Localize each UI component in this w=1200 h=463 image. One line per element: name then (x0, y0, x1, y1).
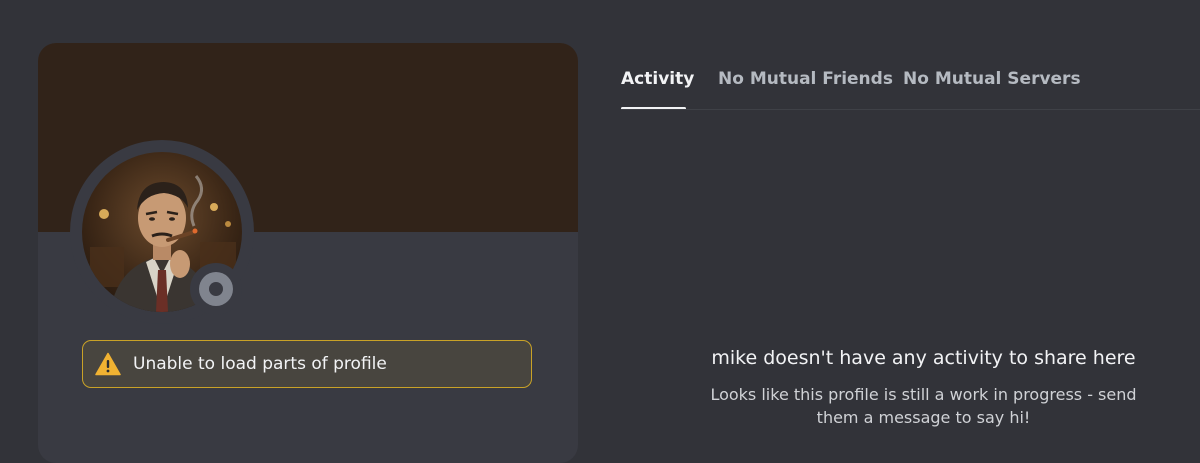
profile-warning-banner: Unable to load parts of profile (82, 340, 532, 388)
activity-empty-state: mike doesn't have any activity to share … (700, 346, 1147, 429)
tabs-divider (621, 109, 1200, 110)
empty-state-subtitle-line-2: them a message to say hi! (816, 408, 1031, 427)
avatar-ring (70, 140, 254, 324)
profile-card: Unable to load parts of profile (38, 43, 578, 463)
warning-text: Unable to load parts of profile (133, 354, 387, 374)
empty-state-subtitle-line-1: Looks like this profile is still a work … (710, 385, 1137, 404)
tab-no-mutual-servers[interactable]: No Mutual Servers (903, 69, 1081, 89)
profile-tabs: Activity No Mutual Friends No Mutual Ser… (621, 62, 1200, 110)
offline-status-icon (199, 272, 233, 306)
tab-activity[interactable]: Activity (621, 69, 694, 89)
status-ring (190, 263, 242, 315)
tab-no-mutual-friends[interactable]: No Mutual Friends (718, 69, 893, 89)
empty-state-title: mike doesn't have any activity to share … (711, 347, 1136, 369)
empty-state-subtitle: Looks like this profile is still a work … (700, 383, 1147, 429)
warning-triangle-icon (95, 352, 121, 376)
